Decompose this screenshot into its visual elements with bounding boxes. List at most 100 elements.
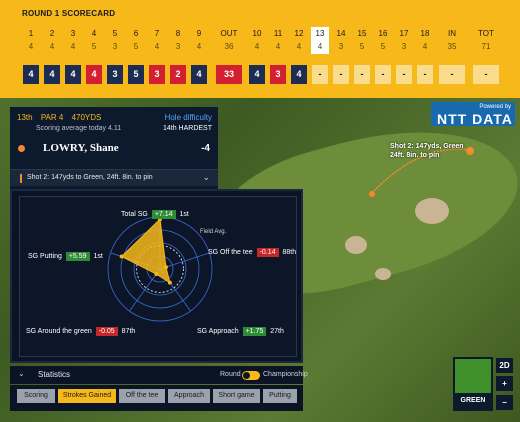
hole-cell-4[interactable]: 45 — [85, 27, 103, 54]
hole-cell-9[interactable]: 94 — [190, 27, 208, 54]
championship-toggle-label: Championship — [263, 371, 308, 378]
zoom-out-button[interactable]: − — [496, 395, 513, 410]
hole-cell-7[interactable]: 74 — [148, 27, 166, 54]
player-name[interactable]: LOWRY, Shane — [43, 142, 119, 154]
hole-par: 71 — [481, 42, 491, 51]
statistics-tabs: Scoring Strokes Gained Off the tee Appro… — [10, 385, 303, 411]
score-box-14: - — [333, 65, 349, 84]
tab-off-the-tee[interactable]: Off the tee — [119, 389, 165, 403]
radar-point — [163, 265, 168, 270]
hole-number: 8 — [175, 29, 181, 38]
hole-cell-8[interactable]: 83 — [169, 27, 187, 54]
hole-cell-11[interactable]: 11 4 — [269, 27, 287, 54]
view-2d-button[interactable]: 2D — [496, 358, 513, 373]
around-green-rank: 87th — [121, 328, 136, 335]
hole-cell-1[interactable]: 14 — [22, 27, 40, 54]
putting-name: SG Putting — [28, 253, 62, 260]
hole-par: 3 — [401, 42, 407, 51]
hole-par: 5 — [380, 42, 386, 51]
hole-number: 4 — [91, 29, 97, 38]
total-sg-value: +7.14 — [151, 210, 176, 219]
hole-par: 4 — [49, 42, 55, 51]
hole-cell-16[interactable]: 16 5 — [374, 27, 392, 54]
radar-point — [167, 280, 172, 285]
score-box-tot: - — [473, 65, 499, 84]
hole-number: 5 — [112, 29, 118, 38]
score-box-17: - — [396, 65, 412, 84]
tab-scoring[interactable]: Scoring — [17, 389, 55, 403]
green-thumbnail — [455, 359, 491, 393]
hole-par: 5 — [133, 42, 139, 51]
hole-number: 13th — [17, 113, 33, 122]
hole-cell-12[interactable]: 12 4 — [290, 27, 308, 54]
hole-number: 1 — [28, 29, 34, 38]
hole-cell-2[interactable]: 24 — [43, 27, 61, 54]
powered-by-text: Powered by — [479, 104, 511, 110]
round-toggle-label: Round — [220, 371, 241, 378]
score-box-3: 4 — [65, 65, 81, 84]
tab-putting[interactable]: Putting — [263, 389, 297, 403]
hole-cell-6[interactable]: 65 — [127, 27, 145, 54]
approach-value: +1.75 — [242, 327, 267, 336]
statistics-header[interactable]: ⌄ Statistics Round Championship — [10, 366, 308, 384]
hole-cell-5[interactable]: 53 — [106, 27, 124, 54]
hole-number: 14 — [336, 29, 346, 38]
hole-cell-13[interactable]: 13 4 — [311, 27, 329, 54]
approach-name: SG Approach — [197, 328, 239, 335]
score-box-7: 3 — [149, 65, 165, 84]
hole-par: 4 — [317, 42, 323, 51]
score-box-8: 2 — [170, 65, 186, 84]
map-shot-label: Shot 2: 147yds, Green 24ft. 8in. to pin — [390, 143, 464, 159]
total-sg-label: Total SG +7.14 1st — [121, 210, 189, 219]
hole-number: 18 — [420, 29, 430, 38]
around-green-label: SG Around the green -0.05 87th — [26, 327, 135, 336]
hole-par: 5 — [359, 42, 365, 51]
mini-map[interactable]: GREEN — [453, 357, 493, 411]
total-sg-name: Total SG — [121, 211, 148, 218]
shot-indicator — [20, 174, 22, 183]
hole-cell-15[interactable]: 15 5 — [353, 27, 371, 54]
shot-marker[interactable] — [466, 147, 474, 155]
hole-cell-18[interactable]: 18 4 — [416, 27, 434, 54]
hole-cell-14[interactable]: 14 3 — [332, 27, 350, 54]
off-tee-name: SG Off the tee — [208, 249, 253, 256]
statistics-title: Statistics — [38, 370, 71, 379]
hole-par: 3 — [338, 42, 344, 51]
hole-number: 7 — [154, 29, 160, 38]
hole-cell-10[interactable]: 10 4 — [248, 27, 266, 54]
zoom-in-button[interactable]: + — [496, 376, 513, 391]
shot-selector[interactable]: Shot 2: 147yds to Green, 24ft. 8in. to p… — [10, 169, 218, 186]
tab-approach[interactable]: Approach — [168, 389, 210, 403]
hole-header: 13th PAR 4 470YDS — [17, 113, 107, 122]
hole-cell-17[interactable]: 17 3 — [395, 27, 413, 54]
score-box-16: - — [375, 65, 391, 84]
round-championship-toggle[interactable] — [242, 371, 260, 380]
off-tee-label: SG Off the tee -0.14 88th — [208, 248, 296, 257]
sponsor-name: NTT DATA — [437, 111, 513, 127]
hole-cell-out[interactable]: OUT 36 — [215, 27, 243, 54]
chevron-down-icon[interactable]: ⌄ — [18, 369, 25, 378]
tab-strokes-gained[interactable]: Strokes Gained — [58, 389, 116, 403]
hole-cell-in[interactable]: IN 35 — [438, 27, 466, 54]
radar-point — [154, 272, 159, 277]
chevron-down-icon[interactable]: ⌄ — [202, 172, 210, 183]
score-box-18: - — [417, 65, 433, 84]
score-box-9: 4 — [191, 65, 207, 84]
hole-par: 3 — [175, 42, 181, 51]
hole-number: 9 — [196, 29, 202, 38]
hole-cell-tot[interactable]: TOT 71 — [472, 27, 500, 54]
hole-number: 2 — [49, 29, 55, 38]
scorecard-title: ROUND 1 SCORECARD — [22, 9, 116, 18]
hole-number: 3 — [70, 29, 76, 38]
hole-number: 16 — [378, 29, 388, 38]
score-box-1: 4 — [23, 65, 39, 84]
hole-par: 36 — [224, 42, 234, 51]
hole-cell-3[interactable]: 34 — [64, 27, 82, 54]
tab-short-game[interactable]: Short game — [213, 389, 260, 403]
putting-label: SG Putting +5.59 1st — [28, 252, 103, 261]
score-box-12: 4 — [291, 65, 307, 84]
hole-number: 13 — [315, 29, 325, 38]
scoring-average: Scoring average today 4.11 — [36, 125, 122, 132]
hole-par: 35 — [447, 42, 457, 51]
off-tee-rank: 88th — [282, 249, 297, 256]
